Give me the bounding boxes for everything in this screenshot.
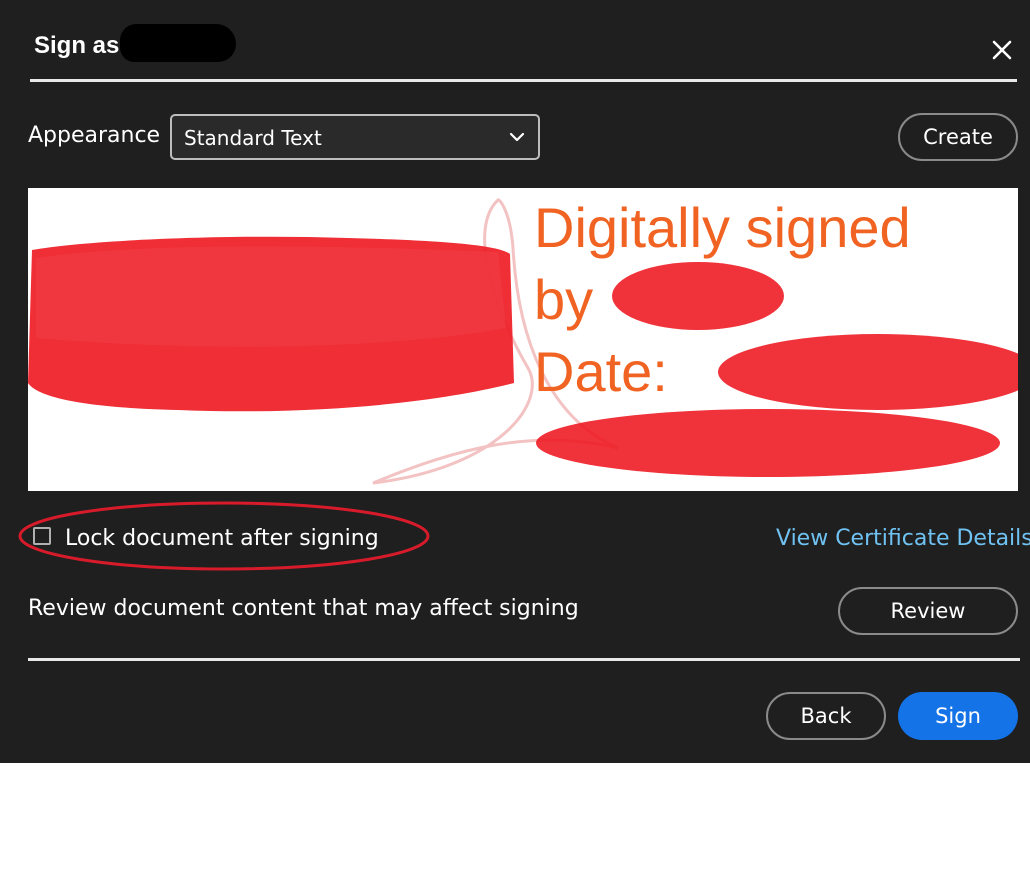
view-certificate-link[interactable]: View Certificate Details: [776, 525, 1030, 553]
sign-button[interactable]: Sign: [898, 692, 1018, 740]
close-icon[interactable]: [988, 36, 1016, 64]
dialog-title: Sign as: [34, 32, 120, 59]
review-description: Review document content that may affect …: [28, 596, 579, 621]
create-button[interactable]: Create: [898, 113, 1018, 161]
header-divider: [30, 79, 1017, 82]
back-button[interactable]: Back: [766, 692, 886, 740]
annotation-ellipse: [18, 501, 430, 571]
sign-dialog: Sign as Appearance Standard Text Create …: [0, 0, 1030, 763]
signature-preview: Digitally signed by Date:: [28, 188, 1018, 491]
signature-detail-redaction: [536, 262, 1018, 477]
appearance-label: Appearance: [28, 123, 161, 148]
appearance-select[interactable]: Standard Text: [170, 114, 540, 160]
name-redaction: [120, 24, 236, 62]
appearance-select-value: Standard Text: [184, 126, 322, 150]
review-button[interactable]: Review: [838, 587, 1018, 635]
chevron-down-icon: [509, 132, 525, 142]
footer-divider: [28, 658, 1020, 661]
